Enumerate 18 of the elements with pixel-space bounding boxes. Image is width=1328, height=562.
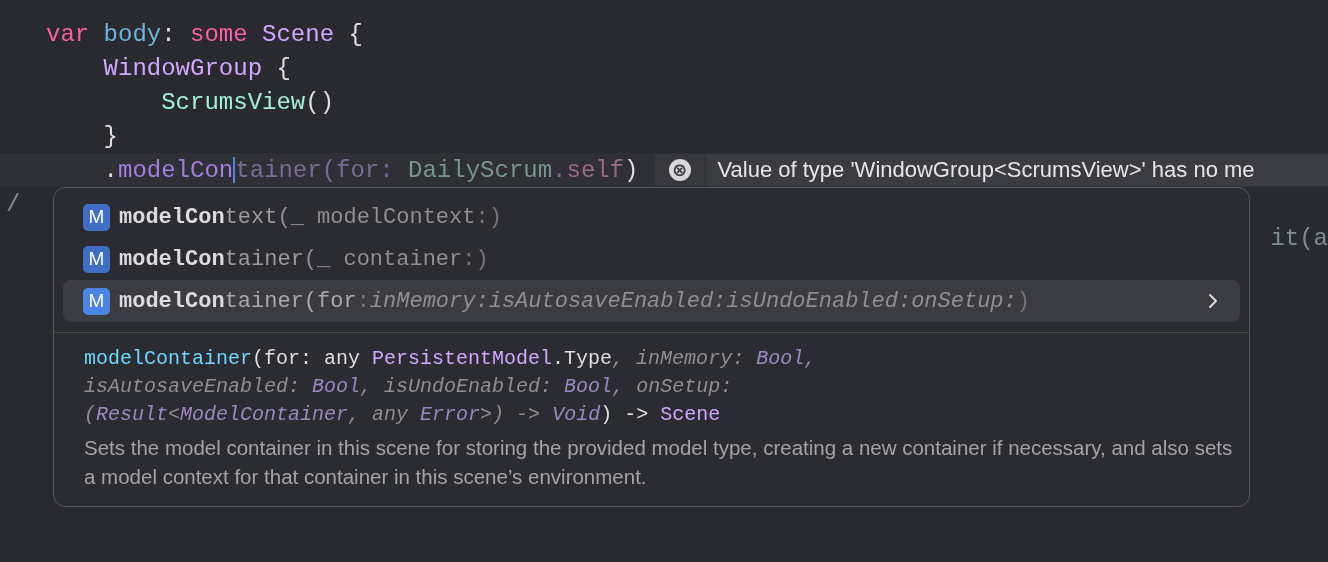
code-line: / [6,190,21,218]
method-badge: M [83,203,110,231]
code-line: .modelCon tainer(for: DailyScrum.self) [102,156,639,184]
code-line: var body: some Scene { [46,20,363,48]
code-line: it(a [1270,224,1328,252]
declaration-description: Sets the model container in this scene for storing the provided model type, creating a new container if necessary, and also sets a model context for that container in this scene’s environment. [83,435,1234,490]
code-line: ScrumsView() [160,88,335,116]
completion-item[interactable]: M modelContainer(_ container:) [63,238,1240,280]
completion-item[interactable]: M modelContainer(for:inMemory:isAutosaveEnabled:isUndoEnabled:onSetup:) [63,280,1240,322]
chevron-right-icon[interactable] [1208,293,1218,309]
code-line: } [102,122,118,150]
error-message: Value of type 'WindowGroup<ScrumsView>' has no me [716,157,1255,183]
method-badge: M [83,245,110,273]
code-line: WindowGroup { [102,54,291,82]
method-badge: M [83,287,110,315]
declaration-signature: modelContainer(for: any PersistentModel.Type, inMemory: Bool, isAutosaveEnabled: Bool, isUndoEnabled: Bool, onSetup: (Result<ModelContainer, any Error>) -> Void) -> Scene [83,346,818,428]
error-icon: ⊗ [668,159,691,181]
completion-item[interactable]: M modelContext(_ modelContext:) [63,196,1240,238]
